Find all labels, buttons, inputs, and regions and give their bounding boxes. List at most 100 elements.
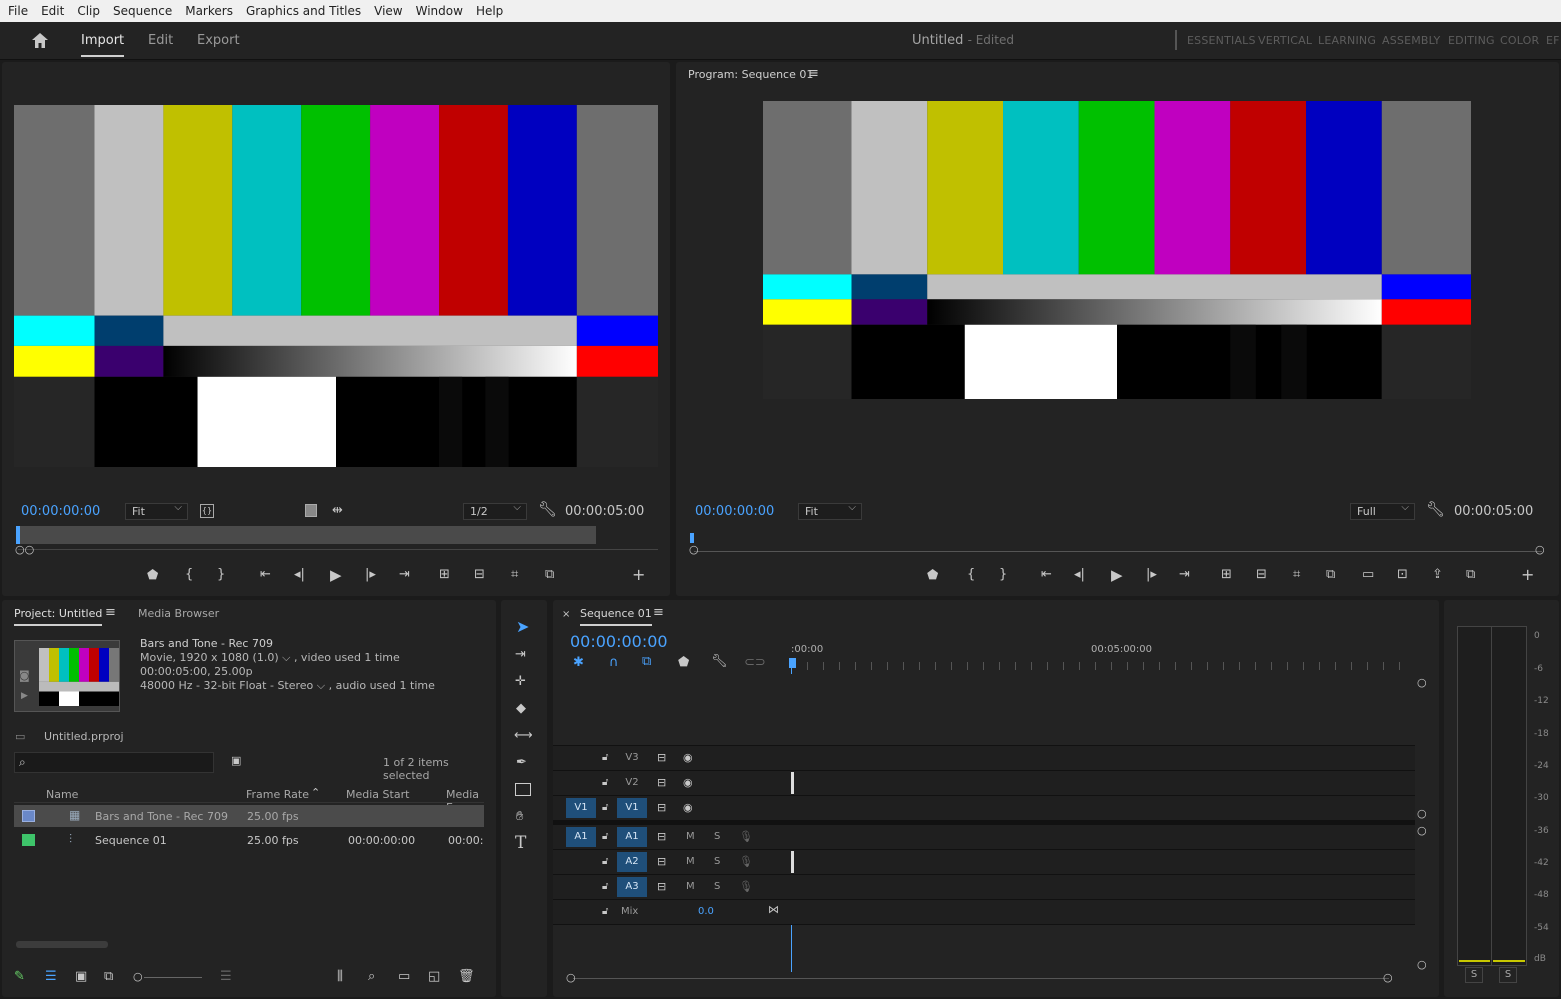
compare-icon[interactable]: ⧉ bbox=[545, 568, 554, 582]
program-export-frame-icon[interactable]: ⌗ bbox=[1293, 568, 1300, 582]
type-tool-icon[interactable]: T bbox=[515, 835, 526, 852]
a-scroll-bottom-handle[interactable]: ○ bbox=[1417, 958, 1427, 972]
program-scrub-track[interactable] bbox=[694, 551, 1542, 552]
source-scrub-bar[interactable] bbox=[16, 526, 596, 544]
source-resolution-select[interactable]: 1/2 bbox=[463, 502, 527, 520]
zoom-slider-track[interactable] bbox=[144, 977, 202, 978]
a2-clip-edge[interactable] bbox=[791, 851, 794, 873]
program-play-icon[interactable]: ▶ bbox=[1111, 568, 1123, 583]
program-step-forward-icon[interactable]: |▸ bbox=[1146, 568, 1157, 582]
menu-help[interactable]: Help bbox=[476, 4, 503, 18]
project-horizontal-scrollbar[interactable] bbox=[16, 941, 108, 948]
mark-out-icon[interactable]: } bbox=[217, 568, 225, 582]
thumbnail-play-icon[interactable]: ▶ bbox=[21, 689, 28, 703]
linked-selection-icon[interactable]: ⧉ bbox=[642, 655, 651, 669]
microphone-icon[interactable]: 🎙︎ bbox=[739, 830, 753, 844]
program-playhead[interactable] bbox=[690, 533, 694, 543]
find-icon[interactable]: ⌕ bbox=[368, 970, 375, 984]
microphone-icon[interactable]: 🎙︎ bbox=[739, 855, 753, 869]
step-forward-icon[interactable]: |▸ bbox=[365, 568, 376, 582]
go-to-in-icon[interactable]: ⇤ bbox=[260, 568, 271, 582]
solo-right-button[interactable]: S bbox=[1499, 967, 1517, 983]
new-bin-icon[interactable]: ▭ bbox=[398, 970, 410, 984]
pencil-icon[interactable]: ✎ bbox=[14, 970, 25, 984]
program-wrench-icon[interactable]: 🔧︎ bbox=[1426, 502, 1445, 517]
program-compare-icon[interactable]: ⧉ bbox=[1466, 568, 1475, 582]
settings-page-icon[interactable] bbox=[305, 504, 317, 517]
home-icon[interactable] bbox=[31, 32, 49, 49]
time-ruler[interactable] bbox=[791, 662, 1411, 670]
program-button-editor-icon[interactable]: + bbox=[1521, 567, 1534, 583]
lock-icon[interactable]: 🔓︎ bbox=[602, 880, 608, 894]
project-tab[interactable]: Project: Untitled bbox=[14, 607, 103, 626]
column-name[interactable]: Name bbox=[46, 788, 78, 801]
program-step-back-icon[interactable]: ◂| bbox=[1074, 568, 1085, 582]
lock-icon[interactable]: 🔓︎ bbox=[602, 776, 608, 790]
multicam-icon[interactable]: ⧉ bbox=[1326, 568, 1335, 582]
sort-asc-icon[interactable]: ⌃ bbox=[311, 786, 320, 800]
source-zoom-handle[interactable]: ○○ bbox=[15, 543, 34, 557]
safe-margins-icon[interactable]: {} bbox=[200, 504, 214, 518]
lock-icon[interactable]: 🔓︎ bbox=[602, 830, 608, 844]
eye-icon[interactable]: ◉ bbox=[683, 776, 693, 790]
timeline-timecode[interactable]: 00:00:00:00 bbox=[570, 632, 668, 651]
project-search-input[interactable]: ⌕ bbox=[14, 752, 214, 773]
source-playhead[interactable] bbox=[16, 526, 20, 544]
new-item-icon[interactable]: ◱ bbox=[428, 970, 440, 984]
icon-view-icon[interactable]: ▣ bbox=[75, 970, 87, 984]
workspace-effects[interactable]: EF bbox=[1546, 34, 1560, 47]
track-label-a1[interactable]: A1 bbox=[617, 827, 647, 847]
timeline-marker-icon[interactable]: ⬟ bbox=[678, 656, 689, 670]
menu-edit[interactable]: Edit bbox=[41, 4, 64, 18]
program-resolution-select[interactable]: Full bbox=[1350, 502, 1415, 520]
v-scroll-top-handle[interactable]: ○ bbox=[1417, 676, 1427, 690]
tab-export[interactable]: Export bbox=[197, 33, 240, 48]
source-zoom-select[interactable]: Fit bbox=[125, 502, 188, 520]
button-editor-icon[interactable]: + bbox=[632, 567, 645, 583]
menu-sequence[interactable]: Sequence bbox=[113, 4, 172, 18]
timeline-settings-icon[interactable]: 🔧︎ bbox=[711, 655, 728, 669]
lock-icon[interactable]: 🔓︎ bbox=[602, 905, 608, 919]
ripple-edit-icon[interactable]: ✛ bbox=[515, 675, 526, 689]
program-add-marker-icon[interactable]: ⬟ bbox=[927, 569, 938, 583]
program-monitor-title[interactable]: Program: Sequence 01 bbox=[688, 68, 813, 81]
v-scroll-bottom-handle[interactable]: ○ bbox=[1417, 807, 1427, 821]
label-swatch-blue[interactable] bbox=[22, 810, 35, 822]
lift-icon[interactable]: ⊞ bbox=[1221, 568, 1232, 582]
hand-icon[interactable]: ✋︎ bbox=[516, 810, 523, 824]
menu-graphics[interactable]: Graphics and Titles bbox=[246, 4, 361, 18]
menu-file[interactable]: File bbox=[8, 4, 28, 18]
media-browser-tab[interactable]: Media Browser bbox=[138, 607, 219, 620]
sequence-menu-icon[interactable]: ≡ bbox=[653, 606, 664, 620]
workspace-assembly[interactable]: ASSEMBLY bbox=[1382, 34, 1440, 47]
menu-clip[interactable]: Clip bbox=[77, 4, 100, 18]
list-view-icon[interactable]: ☰ bbox=[45, 970, 57, 984]
pen-icon[interactable]: ✒ bbox=[516, 756, 527, 770]
program-go-to-out-icon[interactable]: ⇥ bbox=[1179, 568, 1190, 582]
captions-icon[interactable]: ⊂⊃ bbox=[744, 656, 766, 670]
program-go-to-in-icon[interactable]: ⇤ bbox=[1041, 568, 1052, 582]
program-zoom-select[interactable]: Fit bbox=[798, 502, 862, 520]
razor-icon[interactable]: ◆ bbox=[516, 702, 526, 716]
microphone-icon[interactable]: 🎙︎ bbox=[739, 880, 753, 894]
mix-to-track-icon[interactable]: ⋈ bbox=[768, 903, 779, 917]
selection-tool-icon[interactable]: ➤ bbox=[516, 619, 529, 635]
automate-to-sequence-icon[interactable]: ⫼ bbox=[337, 970, 343, 984]
mute-button[interactable]: M bbox=[686, 831, 695, 842]
eye-icon[interactable]: ◉ bbox=[683, 751, 693, 765]
close-sequence-icon[interactable]: × bbox=[562, 608, 570, 622]
trash-icon[interactable]: 🗑︎ bbox=[458, 970, 475, 984]
project-row-sequence[interactable]: ⫶ Sequence 01 25.00 fps 00:00:00:00 00:0… bbox=[14, 829, 484, 851]
eye-icon[interactable]: ◉ bbox=[683, 801, 693, 815]
solo-button[interactable]: S bbox=[714, 856, 720, 867]
lock-icon[interactable]: 🔓︎ bbox=[602, 751, 608, 765]
safe-margin-icon[interactable]: ▭ bbox=[1362, 568, 1374, 582]
snap-icon[interactable]: ∩ bbox=[609, 656, 619, 670]
slip-icon[interactable]: ⟷ bbox=[514, 729, 533, 743]
solo-button[interactable]: S bbox=[714, 831, 720, 842]
tab-import[interactable]: Import bbox=[81, 33, 125, 57]
mix-value[interactable]: 0.0 bbox=[698, 906, 714, 917]
column-media-start[interactable]: Media Start bbox=[346, 788, 409, 801]
timeline-h-scroll-track[interactable] bbox=[573, 978, 1389, 979]
add-marker-icon[interactable]: ⬟ bbox=[147, 569, 158, 583]
